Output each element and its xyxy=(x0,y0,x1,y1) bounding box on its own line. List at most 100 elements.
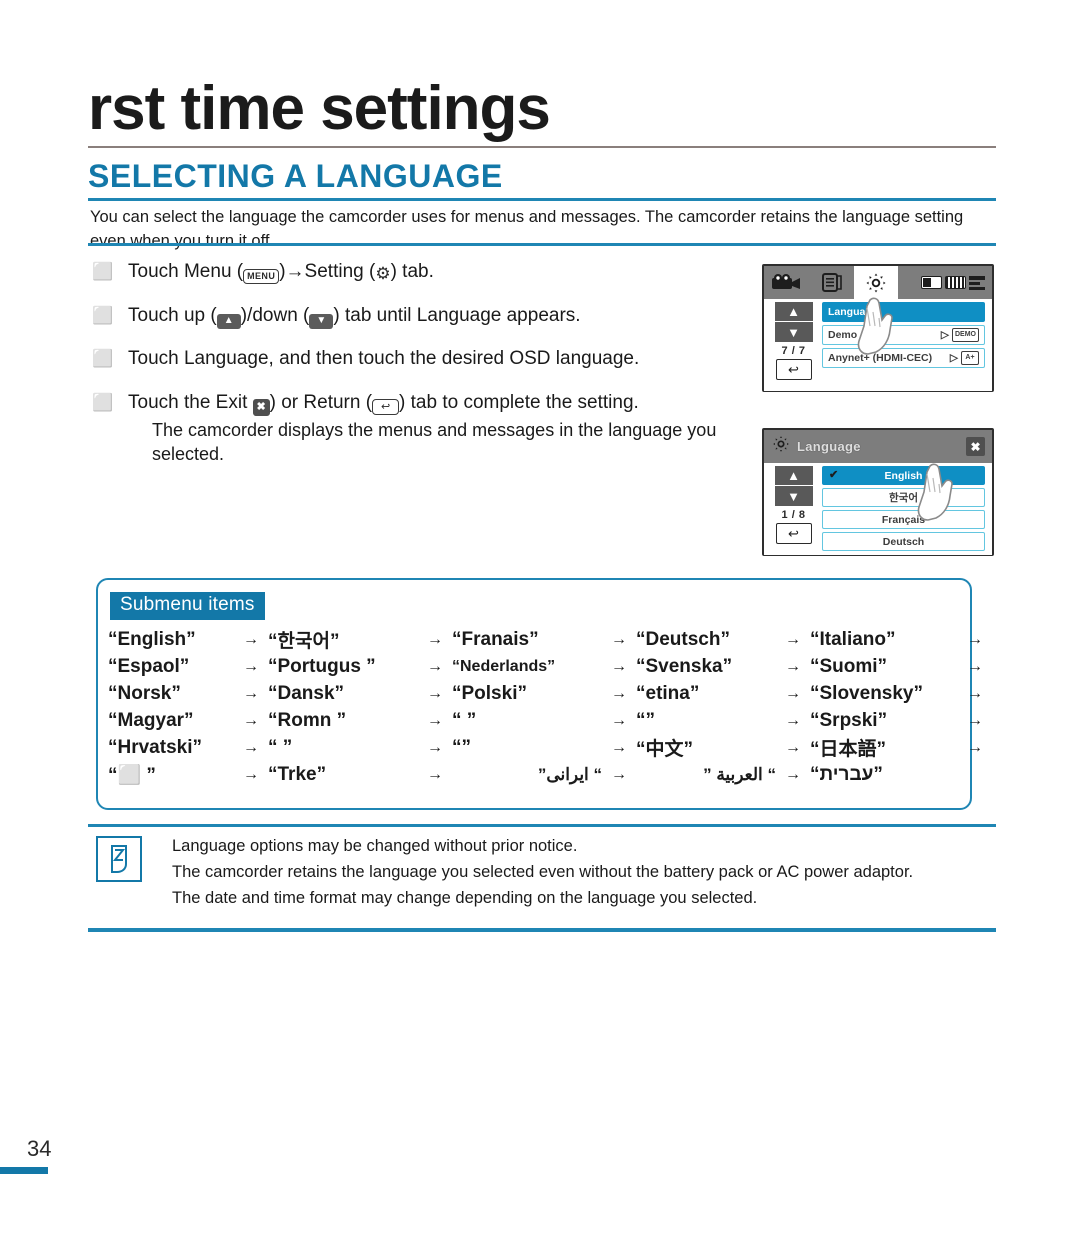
arrow-spacer xyxy=(960,761,990,788)
arrow-icon: → xyxy=(967,711,983,729)
note-icon xyxy=(96,836,142,882)
lcd-page-indicator: 1 / 8 xyxy=(781,509,806,521)
lcd-language-title: Language xyxy=(797,439,861,454)
step-4-post: ) tab to complete the setting. xyxy=(399,391,639,413)
menu-row-demo[interactable]: Demo ▷ DEMO xyxy=(822,325,985,345)
page-number: 34 xyxy=(27,1136,52,1161)
menu-row-language[interactable]: Language xyxy=(822,302,985,322)
language-option: “Svenska” xyxy=(636,655,733,677)
return-icon: ↩ xyxy=(372,398,400,415)
arrow-icon: → xyxy=(611,711,627,729)
notes-list: Language options may be changed without … xyxy=(172,834,996,912)
arrow-icon: → xyxy=(785,765,801,783)
arrow-icon: → xyxy=(611,684,627,702)
language-option: “Suomi” xyxy=(810,655,888,677)
language-row-korean[interactable]: 한국어 xyxy=(822,488,985,507)
lcd-return-button[interactable]: ↩ xyxy=(775,523,812,544)
arrow-icon: → xyxy=(611,630,627,648)
menu-row-end: ▷ A+ xyxy=(950,351,979,365)
instruction-steps: ⬜ Touch Menu (MENU)→Setting (⚙) tab. ⬜ T… xyxy=(90,258,750,483)
language-row-french[interactable]: Français xyxy=(822,510,985,529)
language-row-label: English xyxy=(884,469,923,482)
lcd-down-button[interactable]: ▼ xyxy=(774,486,813,506)
arrow-icon: → xyxy=(427,765,443,783)
step-bullet: ⬜ xyxy=(92,349,114,369)
language-option: “Romn ” xyxy=(268,709,347,731)
arrow-icon: → xyxy=(785,684,801,702)
page-title: rst time settings xyxy=(88,74,551,143)
section-divider xyxy=(88,198,996,201)
close-icon[interactable]: ✖ xyxy=(966,437,985,456)
arrow-icon: → xyxy=(243,630,259,648)
language-option: “⬜ ” xyxy=(108,764,156,786)
language-option: “ ايرانى” xyxy=(537,764,602,784)
arrow-icon: → xyxy=(611,765,627,783)
menu-row-label: Anynet+ (HDMI-CEC) xyxy=(828,352,933,364)
language-option: “” xyxy=(636,709,655,731)
lcd-up-button[interactable]: ▲ xyxy=(774,302,813,322)
language-option: “中文” xyxy=(636,739,694,760)
arrow-icon: → xyxy=(785,738,801,756)
language-option: “日本語” xyxy=(810,739,887,760)
arrow-icon: → xyxy=(611,738,627,756)
note-line: The date and time format may change depe… xyxy=(172,889,758,908)
camcorder-icon[interactable] xyxy=(764,266,810,299)
arrow-icon: → xyxy=(427,711,443,729)
language-option: “etina” xyxy=(636,682,700,704)
language-row-english[interactable]: ✔ English xyxy=(822,466,985,485)
gear-icon: ⚙ xyxy=(375,264,391,283)
menu-row-anynet[interactable]: Anynet+ (HDMI-CEC) ▷ A+ xyxy=(822,348,985,368)
language-option: “한국어” xyxy=(268,631,340,652)
language-option: “ ” xyxy=(452,709,477,731)
setting-icon xyxy=(772,435,790,458)
arrow-icon: → xyxy=(785,711,801,729)
language-option: “Trke” xyxy=(268,763,327,785)
language-option: “Espaol” xyxy=(108,655,190,677)
language-option: “Srpski” xyxy=(810,709,888,731)
title-divider xyxy=(88,146,996,148)
lcd-down-button[interactable]: ▼ xyxy=(774,322,813,342)
lcd-language-body: ▲ ▼ 1 / 8 ↩ ✔ English 한국어 Français Deuts… xyxy=(764,463,992,555)
notes-top-divider xyxy=(88,824,996,827)
step-3-text: Touch Language, and then touch the desir… xyxy=(128,348,640,370)
check-icon: ✔ xyxy=(829,469,839,481)
lcd-tab-bar xyxy=(764,266,992,299)
step-4: ⬜ Touch the Exit ✖) or Return (↩) tab to… xyxy=(90,389,750,467)
language-row-german[interactable]: Deutsch xyxy=(822,532,985,551)
intro-divider xyxy=(88,243,996,246)
language-row-label: Français xyxy=(881,513,926,526)
lcd-return-button[interactable]: ↩ xyxy=(775,359,812,380)
setting-icon[interactable] xyxy=(854,266,898,299)
arrow-icon: → xyxy=(967,630,983,648)
up-arrow-icon: ▲ xyxy=(216,313,241,329)
step-4-sub: The camcorder displays the menus and mes… xyxy=(152,420,717,465)
language-option: “Italiano” xyxy=(810,628,896,650)
battery-icon xyxy=(945,276,966,289)
arrow-icon: → xyxy=(785,657,801,675)
arrow-icon: → xyxy=(967,684,983,702)
language-option: “” xyxy=(452,736,471,758)
anynet-badge-icon: A+ xyxy=(961,351,979,365)
demo-badge-icon: DEMO xyxy=(952,328,979,342)
memory-icon xyxy=(921,276,942,289)
lcd-setting-body: ▲ ▼ 7 / 7 ↩ Language Demo ▷ DEMO Anynet+… xyxy=(764,299,992,391)
language-option: “עברית” xyxy=(810,763,883,785)
playback-icon[interactable] xyxy=(810,266,854,299)
note-line: The camcorder retains the language you s… xyxy=(172,863,914,882)
submenu-items-label: Submenu items xyxy=(110,592,265,620)
step-2-mid: )/down ( xyxy=(240,304,310,326)
exit-icon: ✖ xyxy=(252,398,270,416)
lcd-nav-column: ▲ ▼ 1 / 8 ↩ xyxy=(764,463,820,555)
language-option: “Franais” xyxy=(452,628,539,650)
step-2-pre: Touch up ( xyxy=(128,304,217,326)
lcd-language-screen: Language ✖ ▲ ▼ 1 / 8 ↩ ✔ English 한국어 Fra… xyxy=(762,428,994,556)
step-2-post: ) tab until Language appears. xyxy=(333,304,581,326)
language-row-label: 한국어 xyxy=(889,492,918,504)
menu-row-label: Language xyxy=(828,306,878,318)
note-line: Language options may be changed without … xyxy=(172,837,578,855)
lcd-up-button[interactable]: ▲ xyxy=(774,466,813,486)
language-option: “English” xyxy=(108,628,196,650)
language-option: “Nederlands” xyxy=(452,657,556,675)
language-options-grid: “English” → “한국어” → “Franais” → “Deutsch… xyxy=(108,626,983,788)
footer-accent-bar xyxy=(0,1167,48,1174)
